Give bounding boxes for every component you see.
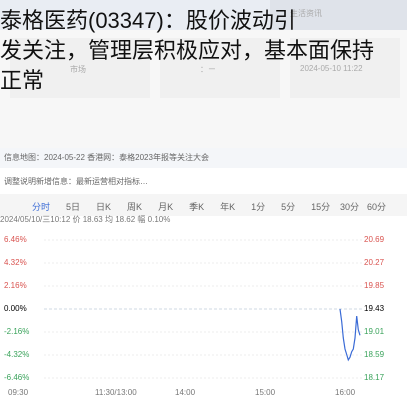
x-time-label: 14:00 bbox=[175, 388, 196, 397]
y-pct-label: -2.16% bbox=[4, 327, 30, 336]
tab-week-k[interactable]: 周K bbox=[119, 200, 150, 213]
y-pct-label: 4.32% bbox=[4, 258, 27, 267]
y-price-label: 20.69 bbox=[364, 235, 385, 244]
y-pct-label: -6.46% bbox=[4, 373, 30, 382]
intraday-chart bbox=[44, 239, 362, 379]
right-tabs: 30分 60分 bbox=[340, 200, 386, 213]
x-time-label: 09:30 bbox=[8, 388, 29, 397]
x-time-label: 15:00 bbox=[255, 388, 276, 397]
tab-5d[interactable]: 5日 bbox=[58, 200, 88, 213]
x-time-label: 11:30/13:00 bbox=[95, 388, 137, 397]
tab-30min[interactable]: 30分 bbox=[340, 200, 359, 213]
y-price-label: 19.01 bbox=[364, 327, 385, 336]
tab-1min[interactable]: 1分 bbox=[243, 200, 273, 213]
tab-5min[interactable]: 5分 bbox=[273, 200, 303, 213]
tab-month-k[interactable]: 月K bbox=[150, 200, 181, 213]
headline-line-3: 正常 bbox=[0, 68, 45, 93]
y-price-label: 20.27 bbox=[364, 258, 385, 267]
chart-tabs: 分时 5日 日K 周K 月K 季K 年K 1分 5分 15分 bbox=[24, 200, 338, 213]
tab-quarter-k[interactable]: 季K bbox=[181, 200, 212, 213]
tab-day-k[interactable]: 日K bbox=[88, 200, 119, 213]
headline-line-1: 泰格医药(03347)：股价波动引 bbox=[0, 8, 296, 33]
y-pct-label: 0.00% bbox=[4, 304, 27, 313]
chart-info: 2024/05/10/三10:12 价 18.63 均 18.62 幅 0.10… bbox=[0, 215, 171, 224]
price-line bbox=[339, 308, 361, 362]
tab-fenshi[interactable]: 分时 bbox=[24, 200, 58, 213]
y-price-label: 18.59 bbox=[364, 350, 385, 359]
y-price-label: 19.85 bbox=[364, 281, 385, 290]
y-price-label: 19.43 bbox=[364, 304, 385, 313]
notice-text: 信息地图：2024-05-22 香港网：泰格2023年报等关注大会 bbox=[4, 153, 209, 162]
tab-15min[interactable]: 15分 bbox=[303, 200, 338, 213]
tab-year-k[interactable]: 年K bbox=[212, 200, 243, 213]
x-time-label: 16:00 bbox=[335, 388, 356, 397]
article-headline: 泰格医药(03347)：股价波动引 发关注，管理层积极应对，基本面保持 正常 bbox=[0, 6, 407, 96]
tab-60min[interactable]: 60分 bbox=[367, 200, 386, 213]
highlight-text: 调整说明新增信息：最新运营相对指标… bbox=[4, 177, 148, 186]
headline-line-2: 发关注，管理层积极应对，基本面保持 bbox=[0, 38, 375, 63]
y-pct-label: -4.32% bbox=[4, 350, 30, 359]
y-pct-label: 6.46% bbox=[4, 235, 27, 244]
y-pct-label: 2.16% bbox=[4, 281, 27, 290]
y-price-label: 18.17 bbox=[364, 373, 385, 382]
